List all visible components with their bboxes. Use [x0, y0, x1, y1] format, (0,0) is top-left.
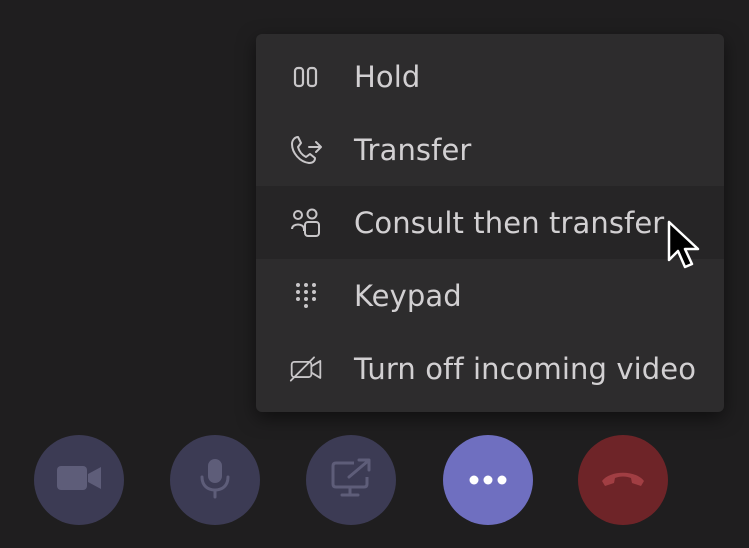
share-screen-icon: [330, 458, 372, 502]
menu-item-label: Consult then transfer: [354, 205, 665, 240]
camera-button[interactable]: [34, 435, 124, 525]
more-actions-menu: Hold Transfer Consult then transfer Keyp…: [256, 34, 724, 412]
menu-item-transfer[interactable]: Transfer: [256, 113, 724, 186]
menu-item-label: Keypad: [354, 278, 462, 313]
hang-up-button[interactable]: [578, 435, 668, 525]
camera-icon: [55, 463, 103, 497]
menu-item-consult-then-transfer[interactable]: Consult then transfer: [256, 186, 724, 259]
share-screen-button[interactable]: [306, 435, 396, 525]
more-icon: [468, 471, 508, 490]
hang-up-icon: [599, 467, 647, 493]
menu-item-keypad[interactable]: Keypad: [256, 259, 724, 332]
menu-item-label: Turn off incoming video: [354, 351, 697, 386]
microphone-button[interactable]: [170, 435, 260, 525]
hold-icon: [289, 60, 323, 94]
more-actions-button[interactable]: [443, 435, 533, 525]
microphone-icon: [197, 457, 233, 503]
mouse-cursor-icon: [667, 220, 700, 269]
transfer-icon: [289, 133, 323, 167]
consult-icon: [289, 206, 323, 240]
menu-item-label: Hold: [354, 59, 421, 94]
menu-item-turn-off-incoming-video[interactable]: Turn off incoming video: [256, 332, 724, 405]
keypad-icon: [289, 279, 323, 313]
menu-item-label: Transfer: [354, 132, 472, 167]
menu-item-hold[interactable]: Hold: [256, 40, 724, 113]
video-off-icon: [289, 352, 323, 386]
